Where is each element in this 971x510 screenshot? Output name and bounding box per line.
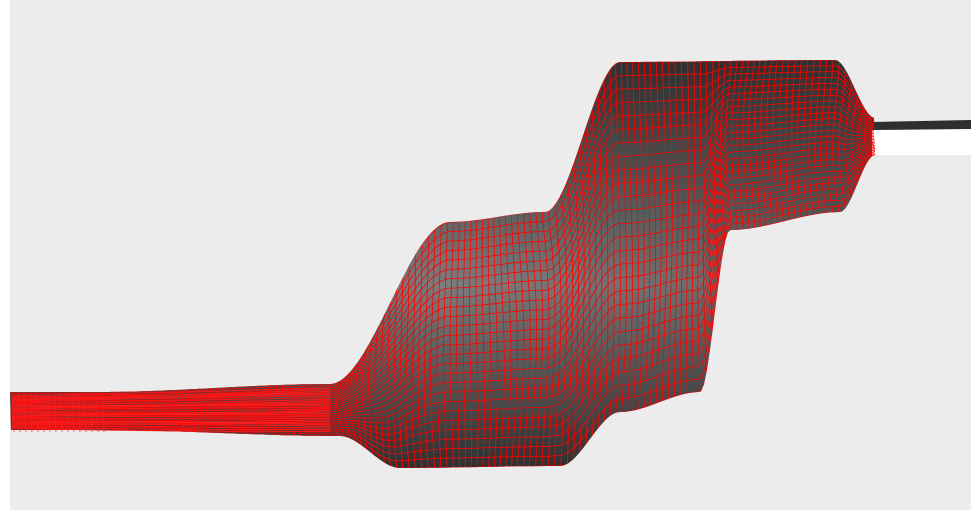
mesh-render-canvas[interactable] bbox=[0, 0, 971, 510]
render-viewport[interactable] bbox=[0, 0, 971, 510]
left-edge-strip bbox=[0, 0, 10, 510]
